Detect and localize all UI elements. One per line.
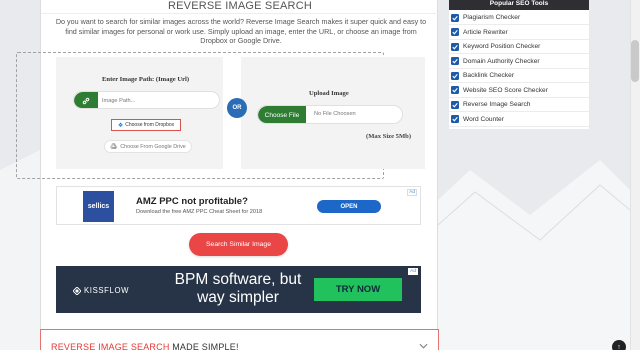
no-file-label: No File Choosen	[314, 111, 356, 117]
ad-subtext: Download the free AMZ PPC Cheat Sheet fo…	[136, 209, 263, 215]
page-title: REVERSE IMAGE SEARCH	[41, 0, 439, 14]
ad-badge[interactable]: Ad	[407, 189, 417, 196]
sidebar-item-label: Article Rewriter	[463, 28, 508, 36]
ad-headline: AMZ PPC not profitable?	[136, 196, 248, 207]
kissflow-wordmark: KISSFLOW	[84, 286, 130, 295]
back-to-top-button[interactable]: ↑	[612, 340, 626, 350]
sidebar-item[interactable]: Article Rewriter	[449, 26, 589, 40]
google-drive-icon	[110, 142, 118, 151]
google-drive-label: Choose From Google Drive	[120, 143, 186, 150]
accordion-title: REVERSE IMAGE SEARCH MADE SIMPLE!	[51, 342, 239, 350]
search-similar-image-button[interactable]: Search Similar Image	[189, 233, 288, 256]
kissflow-logo: KISSFLOW	[73, 286, 129, 295]
ad-badge[interactable]: Ad	[408, 268, 418, 275]
sidebar-item[interactable]: Website SEO Score Checker	[449, 84, 589, 98]
sidebar-item-label: Reverse Image Search	[463, 101, 531, 108]
popular-seo-tools-sidebar: Popular SEO Tools Plagiarism Checker Arti…	[449, 0, 589, 129]
dropbox-button[interactable]: ❖ Choose from Dropbox	[111, 119, 181, 131]
check-square-icon	[451, 115, 459, 123]
sidebar-title: Popular SEO Tools	[449, 0, 589, 10]
kissflow-icon	[73, 286, 81, 295]
image-path-field[interactable]	[73, 91, 220, 109]
link-icon[interactable]	[74, 92, 98, 108]
or-badge: OR	[227, 98, 247, 118]
made-simple-accordion[interactable]: REVERSE IMAGE SEARCH MADE SIMPLE!	[40, 329, 439, 350]
ad-headline-line1: BPM software, but	[174, 271, 302, 288]
check-square-icon	[451, 28, 459, 36]
check-square-icon	[451, 13, 459, 22]
check-square-icon	[451, 71, 459, 80]
dropbox-icon: ❖	[117, 122, 124, 129]
chevron-down-icon[interactable]	[419, 341, 428, 350]
sidebar-item-label: Backlink Checker	[463, 72, 514, 79]
ad-banner-kissflow[interactable]: Ad KISSFLOW BPM software, but way simple…	[56, 266, 421, 313]
sidebar-item-label: Word Counter	[463, 115, 504, 123]
sidebar-item-label: Keyword Position Checker	[463, 43, 541, 50]
image-path-label: Enter Image Path: (Image Url)	[102, 76, 190, 83]
google-drive-button[interactable]: Choose From Google Drive	[104, 140, 192, 153]
scrollbar-thumb[interactable]	[631, 40, 639, 82]
sellics-logo: sellics	[83, 191, 114, 222]
sidebar-item[interactable]: Backlink Checker	[449, 69, 589, 83]
upload-image-label: Upload Image	[309, 90, 349, 97]
sidebar-item[interactable]: Plagiarism Checker	[449, 11, 589, 25]
sidebar-item[interactable]: Domain Authority Checker	[449, 55, 589, 69]
ad-headline-line2: way simpler	[197, 289, 279, 306]
dropbox-label: Choose from Dropbox	[125, 122, 175, 128]
sidebar-item-label: Website SEO Score Checker	[463, 86, 548, 94]
choose-file-button[interactable]: Choose File	[258, 106, 306, 123]
page-description: Do you want to search for similar images…	[55, 17, 427, 45]
file-input[interactable]: Choose File No File Choosen	[257, 105, 403, 124]
ad-open-button[interactable]: OPEN	[317, 200, 381, 213]
sidebar-item[interactable]: Keyword Position Checker	[449, 40, 589, 54]
image-path-input[interactable]	[102, 94, 214, 107]
sidebar-item-label: Domain Authority Checker	[463, 57, 540, 65]
accordion-title-rest: MADE SIMPLE!	[169, 342, 239, 350]
sidebar-item-label: Plagiarism Checker	[463, 14, 521, 21]
sidebar-item[interactable]: Word Counter	[449, 113, 589, 127]
ad-banner-sellics[interactable]: Ad sellics AMZ PPC not profitable? Downl…	[56, 186, 421, 225]
check-square-icon	[451, 86, 459, 94]
check-square-icon	[451, 42, 459, 51]
try-now-button[interactable]: TRY NOW	[314, 278, 402, 301]
check-square-icon	[451, 57, 459, 65]
accordion-title-highlight: REVERSE IMAGE SEARCH	[51, 342, 170, 350]
max-size-note: (Max Size 5Mb)	[366, 133, 412, 140]
check-square-icon	[451, 100, 459, 109]
sidebar-item[interactable]: Reverse Image Search	[449, 98, 589, 112]
